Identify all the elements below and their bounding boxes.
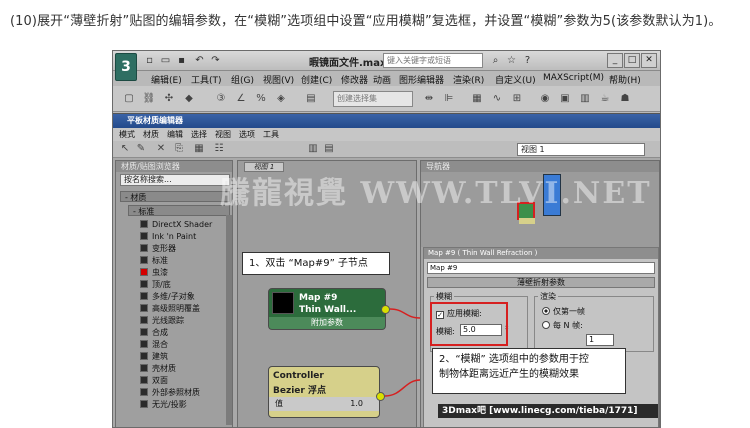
wire-controller-to-params (384, 379, 421, 397)
callout-step-1: 1、双击 “Map#9” 子节点 (242, 252, 390, 275)
callout-step-2: 2、“模糊” 选项组中的参数用于控 制物体距离远近产生的模糊效果 (432, 348, 626, 394)
highlight-blur-settings (430, 302, 508, 346)
wire-map-to-params (389, 308, 421, 319)
source-footer: 3Dmax吧 [www.linecg.com/tieba/1771] (438, 404, 658, 418)
watermark: 騰龍視覺 WWW.TLVI.NET (220, 176, 652, 211)
node-wires (384, 308, 421, 397)
